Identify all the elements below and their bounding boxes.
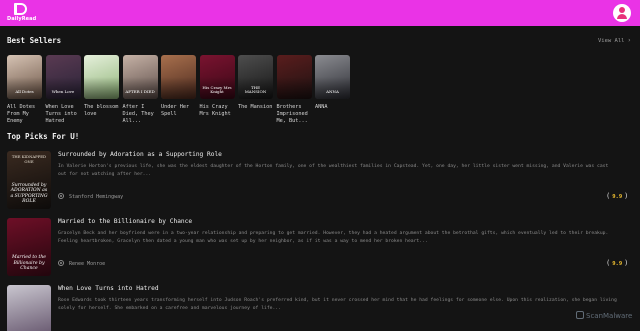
laurel-right-icon: ): [624, 192, 629, 200]
watermark-logo-icon: [576, 311, 584, 319]
book-title: Under Her Spell: [161, 104, 190, 117]
book-card[interactable]: When Love When Love Turns into Hatred: [45, 55, 81, 125]
dailyread-logo[interactable]: DailyRead: [7, 3, 37, 23]
rating-badge: (9.9): [606, 259, 628, 267]
book-cover-image: All Dotes: [7, 55, 42, 99]
book-cover-text: When Love: [51, 89, 75, 94]
book-cover-image: [84, 55, 119, 99]
pick-cover-image: [7, 285, 51, 331]
book-cover-image: [276, 55, 312, 99]
watermark-text: ScanMalware: [586, 312, 633, 320]
top-picks-heading: Top Picks For U!: [7, 132, 80, 141]
book-cover-text: All Dotes: [15, 89, 34, 94]
book-cover-image: THE MANSION: [238, 55, 273, 99]
pick-cover-image: Married to the Billionaire by Chance: [7, 218, 51, 276]
book-cover-image: [161, 55, 196, 99]
logo-text: DailyRead: [7, 16, 37, 22]
book-title: All Dotes From My Enemy: [7, 104, 36, 124]
pick-description: Rose Edwards took thirteen years transfo…: [58, 298, 617, 311]
rating-value: 9.9: [612, 261, 623, 267]
book-cover-image: His Crazy Mrs Knight: [199, 55, 235, 99]
logo-mark-icon: [14, 3, 27, 15]
book-title: The blossom love: [84, 104, 119, 117]
user-icon: [619, 7, 625, 13]
book-card[interactable]: The blossom love: [84, 55, 119, 118]
pick-cover-text: Surrounded by ADORATION as a SUPPORTING …: [10, 183, 48, 204]
book-cover-text: ANNA: [326, 89, 339, 94]
author-icon: [58, 260, 64, 266]
book-title: After I Died, They All...: [122, 104, 154, 124]
book-cover-text: THE MANSION: [244, 85, 267, 94]
chevron-right-icon: ›: [627, 37, 632, 44]
view-all-label: View All: [598, 38, 625, 44]
book-card[interactable]: ANNA ANNA: [315, 55, 350, 111]
book-title: His Crazy Mrs Knight: [199, 104, 231, 117]
book-title: When Love Turns into Hatred: [45, 104, 77, 124]
book-cover-image: ANNA: [315, 55, 350, 99]
book-card[interactable]: All Dotes All Dotes From My Enemy: [7, 55, 42, 125]
laurel-right-icon: ): [624, 259, 629, 267]
pick-cover-heading: THE KIDNAPPED ONE: [11, 154, 47, 164]
rating-badge: (9.9): [606, 192, 628, 200]
pick-description: Gracelyn Beck and her boyfriend were in …: [58, 231, 609, 244]
book-title: ANNA: [315, 104, 328, 110]
book-cover-text: AFTER I DIED: [125, 89, 155, 94]
pick-description: In Valerie Horton's previous life, she w…: [58, 164, 609, 177]
book-card[interactable]: Under Her Spell: [161, 55, 196, 118]
book-card[interactable]: AFTER I DIED After I Died, They All...: [122, 55, 158, 125]
book-card[interactable]: THE MANSION The Mansion: [238, 55, 273, 111]
view-all-link[interactable]: View All ›: [598, 37, 631, 44]
pick-author: Renee Monroe: [58, 260, 105, 267]
book-cover-image: AFTER I DIED: [122, 55, 158, 99]
author-name: Renee Monroe: [69, 261, 106, 267]
book-cover-text: His Crazy Mrs Knight: [202, 85, 232, 94]
pick-cover-text: Married to the Billionaire by Chance: [11, 255, 47, 271]
pick-cover-image: THE KIDNAPPED ONE Surrounded by ADORATION…: [7, 151, 51, 209]
book-title: The Mansion: [238, 104, 273, 110]
laurel-left-icon: (: [606, 259, 611, 267]
book-cover-image: When Love: [45, 55, 81, 99]
best-sellers-heading: Best Sellers: [7, 36, 62, 45]
pick-title: When Love Turns into Hatred: [58, 285, 159, 292]
laurel-left-icon: (: [606, 192, 611, 200]
author-name: Stanford Hemingway: [69, 194, 124, 200]
scanmalware-watermark: ScanMalware: [576, 311, 632, 320]
book-card[interactable]: Brothers Imprisoned Me, But...: [276, 55, 312, 125]
pick-author: Stanford Hemingway: [58, 193, 123, 200]
pick-title: Married to the Billionaire by Chance: [58, 218, 193, 225]
pick-title: Surrounded by Adoration as a Supporting …: [58, 151, 222, 158]
book-card[interactable]: His Crazy Mrs Knight His Crazy Mrs Knight: [199, 55, 235, 118]
author-icon: [58, 193, 64, 199]
profile-avatar-button[interactable]: [613, 4, 631, 22]
book-title: Brothers Imprisoned Me, But...: [276, 104, 308, 124]
rating-value: 9.9: [612, 194, 623, 200]
top-bar: DailyRead: [0, 0, 640, 26]
